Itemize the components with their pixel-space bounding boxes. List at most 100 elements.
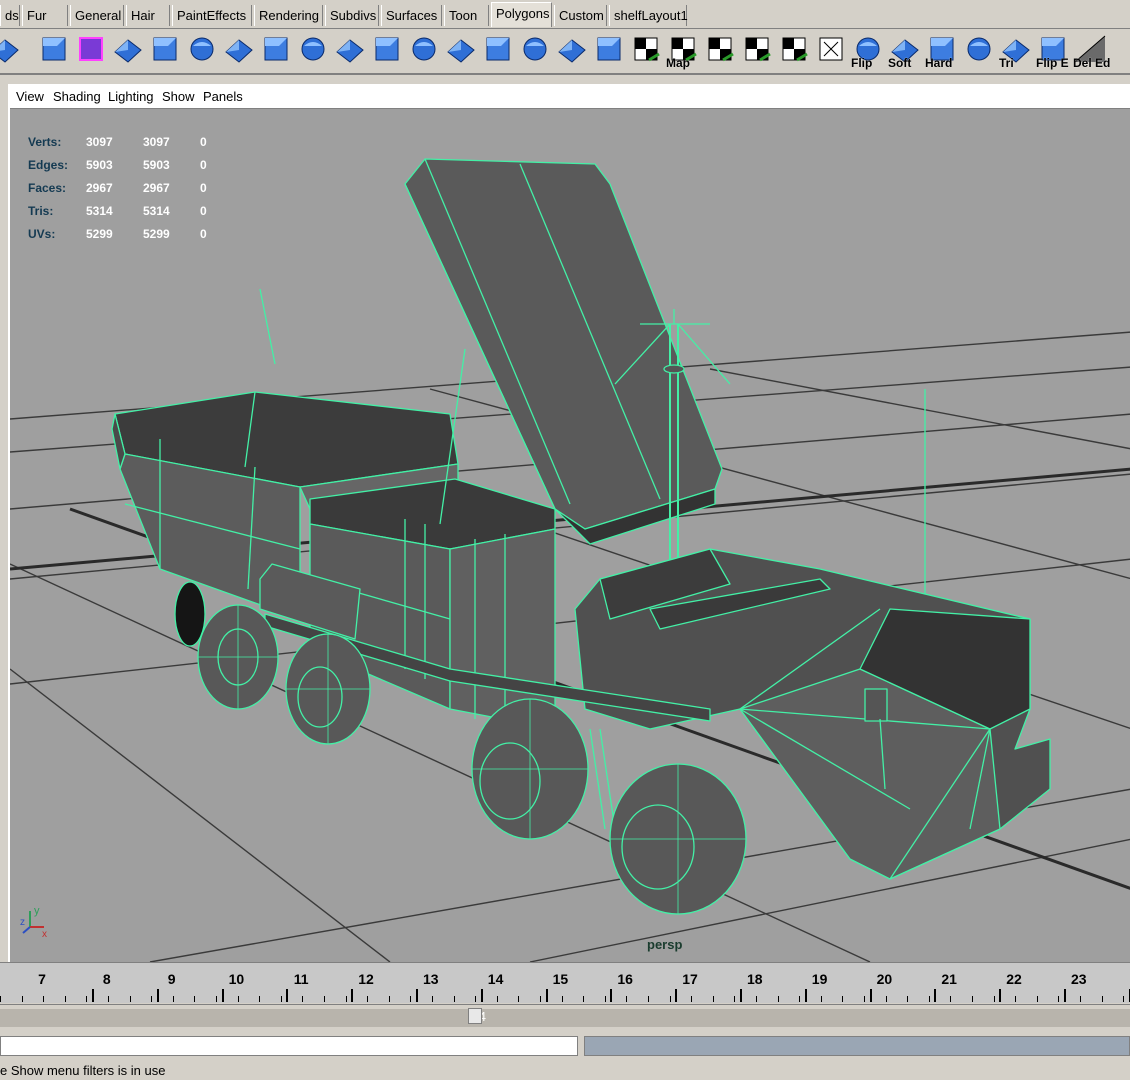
merge-button[interactable] [370, 32, 404, 68]
timeline-minor-tick [367, 996, 369, 1002]
camera-label: persp [647, 937, 683, 952]
cylindrical-map-icon [708, 37, 734, 62]
shelf-tab-painteffects[interactable]: PaintEffects [172, 5, 252, 26]
axis-z-label: z [20, 917, 25, 928]
menu-view[interactable]: View [16, 89, 44, 104]
flip-edge-button[interactable]: Flip E [1036, 32, 1070, 70]
range-handle[interactable] [468, 1008, 482, 1024]
timeline-major-tick [675, 989, 678, 1002]
truck-model [111, 158, 1051, 915]
extract-button[interactable] [592, 32, 626, 68]
timeline-minor-tick [820, 996, 822, 1002]
spherical-map-button[interactable] [740, 32, 774, 68]
range-bar[interactable] [0, 1009, 1130, 1027]
timeline-major-tick [999, 989, 1002, 1002]
timeline-minor-tick [410, 996, 412, 1002]
stat-label: Faces: [28, 181, 67, 195]
duplicate-button[interactable] [518, 32, 552, 68]
timeline-major-tick [156, 989, 159, 1002]
command-line [0, 1034, 1130, 1060]
shelf-tab-fur[interactable]: Fur [22, 5, 68, 26]
stat-v1: 5314 [86, 204, 113, 218]
triangulate-button[interactable]: Tri [999, 32, 1033, 70]
timeline-tick-label: 9 [167, 971, 176, 987]
timeline-minor-tick [194, 996, 196, 1002]
smooth-button[interactable] [555, 32, 589, 68]
3d-viewport[interactable]: Verts: 3097 3097 0 Edges: 5903 5903 0 Faces: 2967… [10, 109, 1130, 962]
poke-button[interactable] [481, 32, 515, 68]
hard-edge-button[interactable]: Hard [925, 32, 959, 70]
cut-faces-button[interactable] [148, 32, 182, 68]
reverse-button[interactable] [962, 32, 996, 68]
stat-label: UVs: [28, 227, 56, 241]
time-slider[interactable]: 7 8 9 10 11 12 13 14 15 16 17 18 19 20 21 22 23 [0, 962, 1130, 1003]
axis-x-label: x [42, 929, 47, 939]
wedge-button[interactable] [259, 32, 293, 68]
split-button[interactable] [407, 32, 441, 68]
timeline-minor-tick [453, 996, 455, 1002]
append-button[interactable] [444, 32, 478, 68]
sphere-split-button[interactable] [37, 32, 71, 68]
planar-map-button[interactable]: Map [666, 32, 700, 70]
shelf-tab-surfaces[interactable]: Surfaces [381, 5, 442, 26]
wedge-icon [264, 37, 288, 61]
bridge-button[interactable] [333, 32, 367, 68]
box-button[interactable] [296, 32, 330, 68]
timeline-tick-label: 16 [617, 971, 633, 987]
timeline-tick-label: 18 [747, 971, 763, 987]
extrude-button[interactable] [185, 32, 219, 68]
auto-map-button[interactable] [777, 32, 811, 68]
soft-edge-button[interactable]: Soft [888, 32, 922, 70]
timeline-minor-tick [604, 996, 606, 1002]
timeline-minor-tick [583, 996, 585, 1002]
timeline-minor-tick [302, 996, 304, 1002]
timeline-minor-tick [64, 996, 66, 1002]
range-slider[interactable]: 24 [0, 1004, 1130, 1033]
shelf-tab-hair[interactable]: Hair [126, 5, 170, 26]
timeline-minor-tick [432, 996, 433, 1002]
scene-render [10, 158, 1130, 962]
bevel-button[interactable] [222, 32, 256, 68]
command-input[interactable] [0, 1036, 578, 1056]
stat-v2: 5299 [143, 227, 170, 241]
timeline-minor-tick [540, 996, 541, 1002]
sphere-tool-button[interactable] [0, 32, 22, 68]
shelf-tab-rendering[interactable]: Rendering [254, 5, 323, 26]
menu-lighting[interactable]: Lighting [108, 89, 154, 104]
shelf-tab-toon[interactable]: Toon [444, 5, 489, 26]
smooth-icon [558, 39, 586, 63]
stat-v2: 5314 [143, 204, 170, 218]
timeline-minor-tick [0, 996, 1, 1002]
timeline-tick-label: 12 [358, 971, 374, 987]
stat-v3: 0 [200, 158, 207, 172]
delete-edge-button[interactable]: Del Ed [1073, 32, 1110, 70]
uv-editor-button[interactable] [814, 32, 848, 68]
shelf-tab-custom[interactable]: Custom [554, 5, 607, 26]
timeline-tick-label: 15 [552, 971, 569, 987]
timeline-minor-tick [1123, 996, 1125, 1002]
timeline-minor-tick [1015, 996, 1017, 1002]
checker-button[interactable] [629, 32, 663, 68]
timeline-major-tick [92, 989, 94, 1002]
cube-wireframe-button[interactable] [74, 32, 108, 68]
shelf-tab-shelflayout1[interactable]: shelfLayout1 [609, 5, 688, 26]
timeline-tick-label: 21 [941, 971, 957, 987]
timeline-tick-label: 17 [682, 971, 698, 987]
shelf-tab-general[interactable]: General [70, 5, 124, 26]
shelf-tab-ds[interactable]: ds [0, 5, 20, 26]
flip-button[interactable]: Flip [851, 32, 885, 70]
cylindrical-map-button[interactable] [703, 32, 737, 68]
plane-button[interactable] [111, 32, 145, 68]
shelf-tab-polygons[interactable]: Polygons [491, 2, 552, 27]
timeline-minor-tick [712, 996, 714, 1002]
menu-show[interactable]: Show [162, 89, 195, 104]
menu-shading[interactable]: Shading [53, 89, 101, 104]
spherical-map-icon [745, 37, 771, 62]
stat-v2: 2967 [143, 181, 170, 195]
shelf-tab-subdivs[interactable]: Subdivs [325, 5, 379, 26]
timeline-minor-tick [626, 996, 628, 1002]
menu-panels[interactable]: Panels [203, 89, 243, 104]
timeline-minor-tick [950, 996, 952, 1002]
uv-editor-icon [819, 37, 843, 61]
timeline-tick-label: 20 [876, 971, 893, 987]
